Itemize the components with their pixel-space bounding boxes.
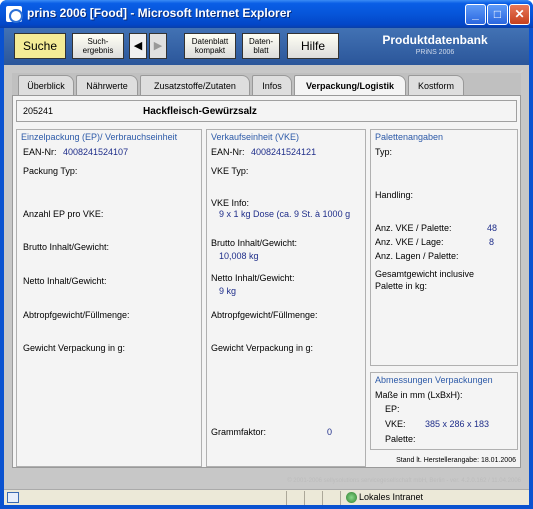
tab-nutrition[interactable]: Nährwerte: [76, 75, 138, 95]
internet-explorer-icon: [6, 6, 23, 23]
vke-grammfactor-value: 0: [327, 427, 333, 437]
dimensions-pallet-label: Palette:: [385, 434, 416, 444]
ep-packtype-label: Packung Typ:: [23, 166, 78, 176]
pallet-vke-per-layer-value: 8: [489, 237, 495, 247]
pallet-vke-per-layer-label: Anz. VKE / Lage:: [375, 237, 444, 247]
ep-count-label: Anzahl EP pro VKE:: [23, 209, 104, 219]
panel-dimensions: Abmessungen Verpackungen Maße in mm (LxB…: [370, 372, 518, 450]
vke-info-label: VKE Info:: [211, 198, 250, 208]
panel-title: Palettenangaben: [375, 132, 444, 142]
datasheet-compact-label: Datenblatt kompakt: [191, 37, 229, 55]
back-button[interactable]: ◀: [129, 33, 147, 59]
product-name: Hackfleisch-Gewürzsalz: [143, 106, 257, 117]
pallet-total-weight-label: Gesamtgewicht inclusive: [375, 269, 475, 279]
vke-gross-label: Brutto Inhalt/Gewicht:: [211, 238, 298, 248]
panel-title: Abmessungen Verpackungen: [375, 375, 493, 385]
status-divider: [322, 491, 323, 505]
dimensions-vke-value: 385 x 286 x 183: [425, 419, 490, 429]
tab-diet[interactable]: Kostform: [408, 75, 464, 95]
pallet-vke-per-pallet-value: 48: [487, 223, 498, 233]
minimize-button[interactable]: _: [465, 4, 486, 25]
tab-additives[interactable]: Zusatzstoffe/Zutaten: [140, 75, 250, 95]
status-divider: [304, 491, 305, 505]
search-results-button[interactable]: Such- ergebnis: [72, 33, 124, 59]
datasheet-label: Daten- blatt: [248, 37, 273, 55]
ep-ean-value: 4008241524107: [63, 147, 129, 157]
ep-ean-label: EAN-Nr:: [23, 147, 57, 157]
maximize-button[interactable]: □: [487, 4, 508, 25]
vke-type-label: VKE Typ:: [211, 166, 249, 176]
copyright-text: © 2001-2006 sellysolutions servicegesell…: [287, 478, 521, 484]
forward-arrow-icon: ▶: [153, 39, 163, 52]
vke-packweight-label: Gewicht Verpackung in g:: [211, 343, 314, 353]
back-arrow-icon: ◀: [133, 39, 143, 52]
tab-infos[interactable]: Infos: [252, 75, 292, 95]
browser-window: prins 2006 [Food] - Microsoft Internet E…: [0, 0, 533, 509]
vke-net-label: Netto Inhalt/Gewicht:: [211, 273, 295, 283]
pallet-type-label: Typ:: [375, 147, 393, 157]
panel-sales-unit: Verkaufseinheit (VKE) EAN-Nr: 4008241524…: [206, 129, 366, 467]
data-status-note: Stand lt. Herstellerangabe: 18.01.2006: [396, 457, 516, 464]
pallet-total-weight-label-2: Palette in kg:: [375, 281, 428, 291]
ep-packweight-label: Gewicht Verpackung in g:: [23, 343, 126, 353]
dimensions-ep-label: EP:: [385, 404, 400, 414]
main-content: Überblick Nährwerte Zusatzstoffe/Zutaten…: [12, 73, 521, 468]
vke-net-value: 9 kg: [219, 286, 237, 296]
status-divider: [286, 491, 287, 505]
search-results-label: Such- ergebnis: [82, 37, 114, 55]
title-bar[interactable]: prins 2006 [Food] - Microsoft Internet E…: [0, 0, 533, 28]
datasheet-compact-button[interactable]: Datenblatt kompakt: [184, 33, 236, 59]
tab-overview[interactable]: Überblick: [18, 75, 74, 95]
product-number: 205241: [23, 106, 54, 116]
dimensions-vke-label: VKE:: [385, 419, 406, 429]
panel-pallet: Palettenangaben Typ: Handling: Anz. VKE …: [370, 129, 518, 366]
brand-title: Produktdatenbank: [382, 33, 488, 47]
vke-grammfactor-label: Grammfaktor:: [211, 427, 267, 437]
intranet-zone-icon: [346, 492, 357, 503]
vke-ean-value: 4008241524121: [251, 147, 317, 157]
page-icon: [7, 492, 19, 503]
dimensions-unit-label: Maße in mm (LxBxH):: [375, 390, 463, 400]
panel-single-package: Einzelpackung (EP)/ Verbrauchseinheit EA…: [16, 129, 202, 467]
brand: Produktdatenbank PRiNS 2006: [350, 33, 520, 56]
status-divider: [340, 491, 341, 505]
ep-drain-label: Abtropfgewicht/Füllmenge:: [23, 310, 130, 320]
vke-drain-label: Abtropfgewicht/Füllmenge:: [211, 310, 318, 320]
ep-gross-label: Brutto Inhalt/Gewicht:: [23, 242, 110, 252]
search-button[interactable]: Suche: [14, 33, 66, 59]
forward-button[interactable]: ▶: [149, 33, 167, 59]
status-bar: Lokales Intranet: [4, 489, 529, 505]
vke-gross-value: 10,008 kg: [219, 251, 259, 261]
brand-subtitle: PRiNS 2006: [415, 49, 455, 56]
vke-info-value: 9 x 1 kg Dose (ca. 9 St. à 1000 g: [219, 209, 351, 219]
datasheet-button[interactable]: Daten- blatt: [242, 33, 280, 59]
ep-net-label: Netto Inhalt/Gewicht:: [23, 276, 107, 286]
window-title: prins 2006 [Food] - Microsoft Internet E…: [27, 6, 292, 20]
app-toolbar: Suche Such- ergebnis ◀ ▶ Datenblatt komp…: [4, 28, 529, 65]
browser-client-area: Suche Such- ergebnis ◀ ▶ Datenblatt komp…: [4, 28, 529, 489]
close-button[interactable]: ✕: [509, 4, 530, 25]
pallet-handling-label: Handling:: [375, 190, 414, 200]
panel-title: Verkaufseinheit (VKE): [211, 132, 300, 142]
panel-title: Einzelpackung (EP)/ Verbrauchseinheit: [21, 132, 178, 142]
pallet-vke-per-pallet-label: Anz. VKE / Palette:: [375, 223, 452, 233]
help-button[interactable]: Hilfe: [287, 33, 339, 59]
pallet-layers-label: Anz. Lagen / Palette:: [375, 251, 459, 261]
tab-page: 205241 Hackfleisch-Gewürzsalz Einzelpack…: [12, 95, 521, 468]
tab-packaging-logistics[interactable]: Verpackung/Logistik: [294, 75, 406, 96]
vke-ean-label: EAN-Nr:: [211, 147, 245, 157]
security-zone-label[interactable]: Lokales Intranet: [359, 492, 423, 502]
product-header: 205241 Hackfleisch-Gewürzsalz: [16, 100, 517, 122]
